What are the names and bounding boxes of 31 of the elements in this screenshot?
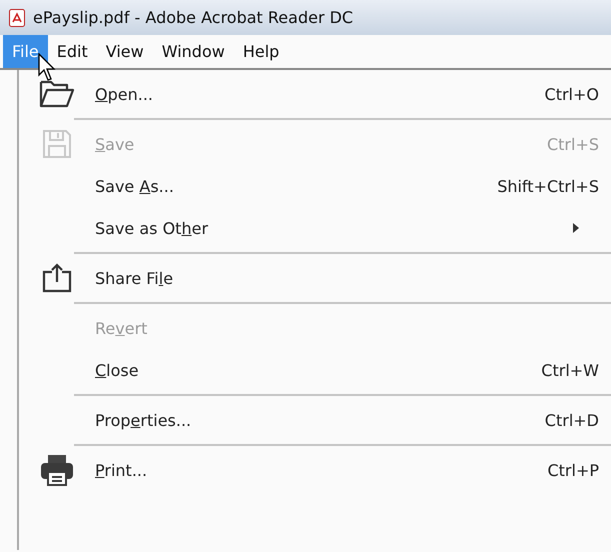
menu-item[interactable]: Edit — [48, 35, 97, 68]
menu-entry-label: Save — [95, 134, 136, 154]
share-icon — [42, 263, 72, 293]
menu-item[interactable]: Help — [234, 35, 288, 68]
menu-entry-label: Properties... — [95, 410, 192, 430]
menu-entry-label: Revert — [95, 318, 148, 338]
printer-icon — [40, 454, 74, 486]
menu-entry[interactable]: Save As... Shift+Ctrl+S — [19, 165, 611, 207]
menu-entry-label: Print... — [95, 460, 148, 480]
pdf-app-icon — [9, 8, 25, 26]
menu-entry[interactable]: Print... Ctrl+P — [19, 449, 611, 491]
window-title: ePayslip.pdf - Adobe Acrobat Reader DC — [33, 8, 354, 27]
menu-entry-label: Save as Other — [95, 218, 210, 238]
menu-entry[interactable]: Save as Other — [19, 207, 611, 249]
menu-entry[interactable]: Share File — [19, 257, 611, 299]
menu-item[interactable]: View — [96, 35, 153, 68]
menu-entry[interactable]: Properties... Ctrl+D — [19, 399, 611, 441]
menu-entry-label: Share File — [95, 268, 174, 288]
menu-item[interactable]: Window — [152, 35, 234, 68]
menu-entry[interactable]: Open... Ctrl+O — [19, 73, 611, 115]
shortcut-label: Ctrl+S — [546, 134, 599, 154]
shortcut-label: Ctrl+W — [541, 360, 599, 380]
menu-entry-label: Close — [95, 360, 140, 380]
menu-entry[interactable]: Close Ctrl+W — [19, 349, 611, 391]
shortcut-label: Ctrl+O — [544, 84, 599, 104]
menu-entry-label: Open... — [95, 84, 154, 104]
menu-entry-label: Save As... — [95, 176, 175, 196]
shortcut-label: Shift+Ctrl+S — [497, 176, 599, 196]
shortcut-label: Ctrl+D — [544, 410, 599, 430]
folder-icon — [39, 80, 75, 108]
shortcut-label: Ctrl+P — [547, 460, 599, 480]
